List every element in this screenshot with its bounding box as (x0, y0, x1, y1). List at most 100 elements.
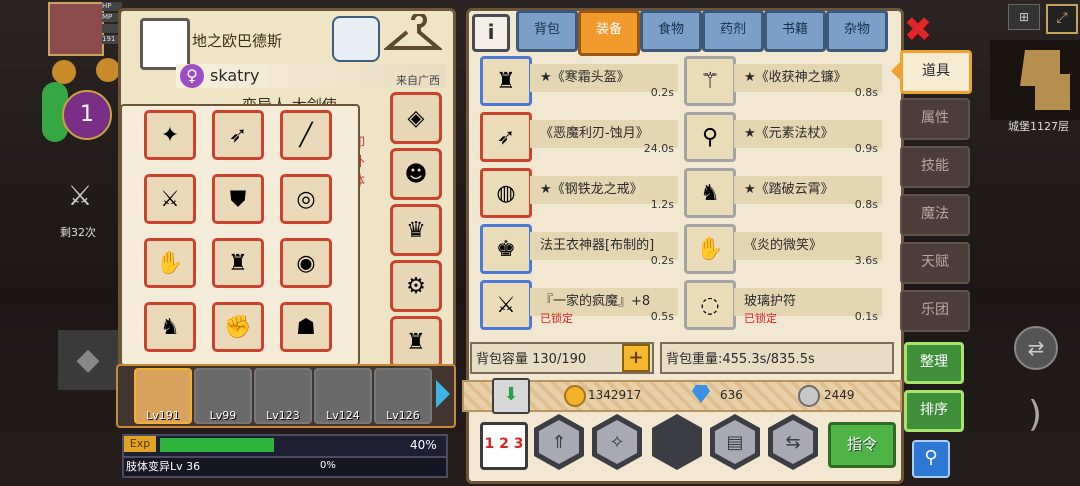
side-slot-dark-gear[interactable]: ⚙ (390, 260, 442, 312)
floor-label: 城堡1127层 (1008, 120, 1069, 133)
up-arrow-icon: ⇑ (539, 420, 579, 464)
equip-slot-golden-staff[interactable]: ╱ (280, 110, 332, 160)
item-name: ★《元素法杖》 (744, 126, 834, 141)
inventory-item[interactable]: ♞ ★《踏破云霄》 0.8s (684, 168, 882, 218)
hanger-icon[interactable] (384, 14, 442, 58)
tab-2[interactable]: 装备 (578, 10, 640, 56)
search-icon[interactable]: ⚲ (912, 440, 950, 478)
download-icon[interactable]: ⬇ (492, 378, 530, 414)
book-icon: ▤ (715, 420, 755, 464)
tab-3[interactable]: 食物 (640, 10, 702, 52)
sidebar-tab-5[interactable]: 天赋 (900, 242, 970, 284)
organize-button[interactable]: 整理 (904, 342, 964, 384)
sidebar-tab-1[interactable]: 道具 (891, 50, 972, 94)
mutation-percent: 0% (320, 460, 336, 471)
silver-coin-icon (798, 385, 820, 407)
expand-icon[interactable]: ⤢ (1046, 4, 1078, 34)
compass-icon: ✧ (597, 420, 637, 464)
inventory-item[interactable]: ♜ ★《寒霜头盔》 0.2s (480, 56, 678, 106)
hero-level: Lv191 (146, 409, 180, 422)
equip-slot-shield[interactable]: ⛊ (212, 174, 264, 224)
item-weight: 0.5s (650, 310, 674, 323)
buff-icon (52, 60, 76, 84)
item-name: 《炎的微笑》 (744, 238, 823, 253)
next-arrow-icon[interactable] (436, 380, 450, 408)
equip-slot-golden-crossbow[interactable]: ✦ (144, 110, 196, 160)
sort-button[interactable]: 排序 (904, 390, 964, 432)
item-name: ★《寒霜头盔》 (540, 70, 630, 85)
swap-icon[interactable]: ⇄ (1014, 326, 1058, 370)
dpad-left-icon[interactable]: ◆ (58, 330, 118, 390)
equip-slot-beast-helm[interactable]: ☗ (280, 302, 332, 352)
equip-slot-gauntlet-white[interactable]: ✋ (144, 238, 196, 288)
equip-slot-demon-blade[interactable]: ➶ (212, 110, 264, 160)
inventory-item[interactable]: ◍ ★《钢铁龙之戒》 1.2s (480, 168, 678, 218)
item-icon: ◌ (684, 280, 736, 330)
sidebar-tab-6[interactable]: 乐团 (900, 290, 970, 332)
bow-icon[interactable]: ) (1012, 380, 1058, 450)
hero-level: Lv126 (386, 409, 420, 422)
item-weight: 1.2s (650, 198, 674, 211)
weight-text: 背包重量:455.3s/835.5s (666, 352, 815, 367)
equip-slot-gold-armor[interactable]: ♜ (212, 238, 264, 288)
expand-capacity-button[interactable]: + (622, 344, 650, 372)
tab-1[interactable]: 背包 (516, 10, 578, 52)
buff-icon (96, 58, 120, 82)
equip-slot-green-ring[interactable]: ◎ (280, 174, 332, 224)
exp-fill (160, 438, 274, 452)
network-icon[interactable]: ⊞ (1008, 4, 1040, 30)
item-weight: 3.6s (854, 254, 878, 267)
hero-level: Lv124 (326, 409, 360, 422)
hero-card[interactable]: Lv126 (374, 368, 432, 424)
close-icon[interactable]: ✖ (902, 13, 934, 47)
player-avatar[interactable] (48, 2, 104, 56)
item-locked-label: 已锁定 (540, 312, 573, 325)
side-slot-crystal-emblem[interactable]: ◈ (390, 92, 442, 144)
item-name: ★《钢铁龙之戒》 (540, 182, 643, 197)
level-badge: 1 (62, 90, 112, 140)
tab-4[interactable]: 药剂 (702, 10, 764, 52)
crossed-swords-icon[interactable]: ⚔ (60, 176, 100, 216)
item-icon: ◍ (480, 168, 532, 218)
character-title: 地之欧巴德斯 (192, 32, 283, 50)
numbered-sort-label: 1 2 3 (484, 436, 524, 452)
side-slot-red-armor[interactable]: ♛ (390, 204, 442, 256)
inventory-item[interactable]: ➶ 《恶魔利刃-蚀月》 24.0s (480, 112, 678, 162)
sidebar-tab-3[interactable]: 技能 (900, 146, 970, 188)
sidebar-tab-4[interactable]: 魔法 (900, 194, 970, 236)
equip-slot-blue-sword[interactable]: ⚔ (144, 174, 196, 224)
gem-altar-icon[interactable] (332, 16, 380, 62)
side-slot-pumpkin-mask[interactable]: ☻ (390, 148, 442, 200)
remaining-count: 剩32次 (60, 226, 96, 239)
item-icon: ✋ (684, 224, 736, 274)
equip-slot-red-boots[interactable]: ♞ (144, 302, 196, 352)
inventory-item[interactable]: ✋ 《炎的微笑》 3.6s (684, 224, 882, 274)
gender-icon: ♀ (180, 64, 204, 88)
sidebar-tab-2[interactable]: 属性 (900, 98, 970, 140)
info-button[interactable]: i (472, 14, 510, 52)
hero-card[interactable]: Lv123 (254, 368, 312, 424)
numbered-sort-button[interactable]: 1 2 3 (480, 422, 528, 470)
inventory-item[interactable]: ⚔ 『一家的疯魔』+8 0.5s 已锁定 (480, 280, 678, 330)
inventory-item[interactable]: ⚲ ★《元素法杖》 0.9s (684, 112, 882, 162)
item-name: 玻璃护符 (744, 294, 797, 309)
tab-5[interactable]: 书籍 (764, 10, 826, 52)
gold-coin-icon (564, 385, 586, 407)
gold-amount: 1342917 (588, 388, 642, 402)
exp-percent: 40% (410, 438, 437, 452)
player-location: 来自广西 (396, 74, 440, 87)
equip-slot-red-gloves[interactable]: ✊ (212, 302, 264, 352)
inventory-item[interactable]: ◌ 玻璃护符 0.1s 已锁定 (684, 280, 882, 330)
tab-6[interactable]: 杂物 (826, 10, 888, 52)
item-weight: 0.9s (854, 142, 878, 155)
item-weight: 0.8s (854, 198, 878, 211)
side-slot-red-helm[interactable]: ♜ (390, 316, 442, 368)
hero-card[interactable]: Lv124 (314, 368, 372, 424)
command-button[interactable]: 指令 (828, 422, 896, 468)
hero-card[interactable]: Lv191 (134, 368, 192, 424)
equip-slot-gold-belt[interactable]: ◉ (280, 238, 332, 288)
hero-card[interactable]: Lv99 (194, 368, 252, 424)
item-weight: 24.0s (643, 142, 674, 155)
inventory-item[interactable]: ⚚ ★《收获神之镰》 0.8s (684, 56, 882, 106)
inventory-item[interactable]: ♚ 法王衣神器[布制的] 0.2s (480, 224, 678, 274)
